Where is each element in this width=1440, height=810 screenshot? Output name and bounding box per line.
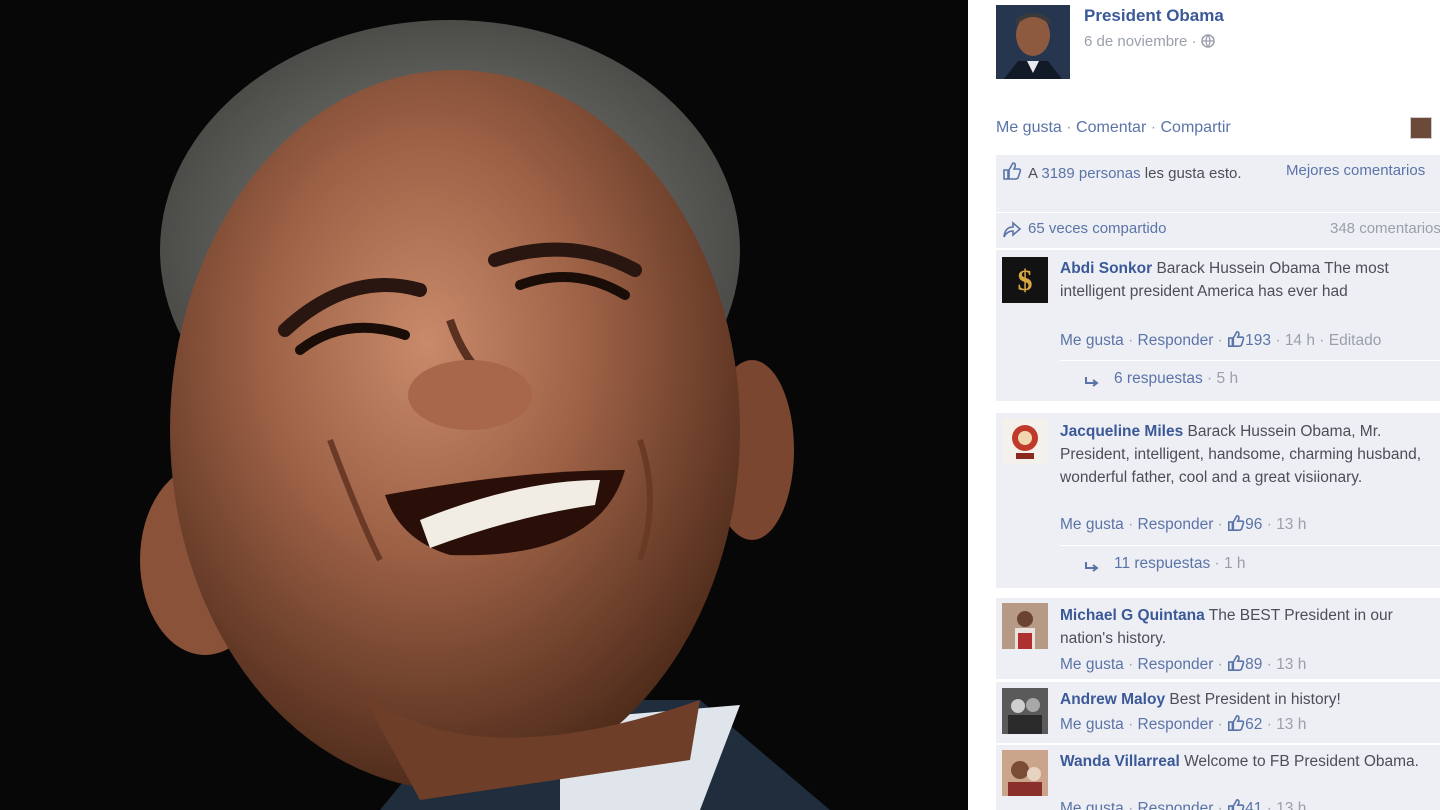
commenter-name[interactable]: Michael G Quintana <box>1060 607 1205 624</box>
comment-content: Best President in history! <box>1169 691 1341 708</box>
page-avatar[interactable] <box>996 5 1070 79</box>
comment-item: Wanda Villarreal Welcome to FB President… <box>996 744 1440 810</box>
comment-item: Michael G Quintana The BEST President in… <box>996 597 1440 679</box>
comment-like-button[interactable]: Me gusta <box>1060 800 1124 810</box>
comment-text: Andrew Maloy Best President in history! <box>1060 688 1440 711</box>
post-summary: A 3189 personas les gusta esto. Mejores … <box>996 155 1440 248</box>
comment-like-button[interactable]: Me gusta <box>1060 516 1124 533</box>
comment-like-button[interactable]: Me gusta <box>1060 656 1124 673</box>
replies-link[interactable]: 11 respuestas <box>1114 555 1210 572</box>
action-separator: · <box>1061 119 1077 136</box>
commenter-avatar[interactable] <box>1002 688 1048 734</box>
date-separator: · <box>1191 33 1201 50</box>
replies-text: 11 respuestas · 1 h <box>1114 555 1246 572</box>
comment-item: $ Abdi Sonkor Barack Hussein Obama The m… <box>996 249 1440 401</box>
replies-row[interactable]: 6 respuestas · 5 h <box>1060 360 1440 400</box>
post-actions: Me gusta · Comentar · Compartir <box>996 119 1231 137</box>
commenter-avatar[interactable]: $ <box>1002 257 1048 303</box>
comment-item: Jacqueline Miles Barack Hussein Obama, M… <box>996 412 1440 588</box>
post-date-text: 6 de noviembre <box>1084 33 1188 50</box>
likes-text: A 3189 personas les gusta esto. <box>1028 162 1248 185</box>
comment-like-button[interactable]: Me gusta <box>1060 332 1124 349</box>
comment-like-count[interactable]: 41 <box>1245 800 1262 810</box>
comment-like-count[interactable]: 193 <box>1245 332 1271 349</box>
comment-reply-button[interactable]: Responder <box>1138 800 1214 810</box>
comment-text: Wanda Villarreal Welcome to FB President… <box>1060 750 1440 773</box>
comment-meta: Me gusta · Responder · 62 · 13 h <box>1060 714 1306 737</box>
comment-text: Michael G Quintana The BEST President in… <box>1060 604 1440 650</box>
comment-reply-button[interactable]: Responder <box>1138 716 1214 733</box>
replies-link[interactable]: 6 respuestas <box>1114 370 1203 387</box>
replies-text: 6 respuestas · 5 h <box>1114 370 1239 387</box>
shares-row: 65 veces compartido 348 comentarios <box>996 213 1440 248</box>
comment-like-button[interactable]: Me gusta <box>1060 716 1124 733</box>
thumbs-up-icon <box>1227 798 1245 810</box>
comment-like-count[interactable]: 62 <box>1245 716 1262 733</box>
svg-text:$: $ <box>1018 264 1033 297</box>
like-button[interactable]: Me gusta <box>996 119 1062 136</box>
comment-item: Andrew Maloy Best President in history! … <box>996 681 1440 743</box>
comment-content: Welcome to FB President Obama. <box>1184 753 1419 770</box>
comment-reply-button[interactable]: Responder <box>1138 332 1214 349</box>
likes-count-link[interactable]: 3189 personas <box>1041 165 1140 182</box>
thumbs-up-icon <box>1227 654 1245 677</box>
likes-row: A 3189 personas les gusta esto. Mejores … <box>996 155 1440 213</box>
comment-time[interactable]: 13 h <box>1276 656 1306 673</box>
thumbs-up-icon <box>1227 514 1245 537</box>
commenter-name[interactable]: Wanda Villarreal <box>1060 753 1180 770</box>
comments-count: 348 comentarios <box>1330 220 1440 237</box>
comment-meta: Me gusta · Responder · 41 · 13 h <box>1060 798 1306 810</box>
comment-text: Abdi Sonkor Barack Hussein Obama The mos… <box>1060 257 1440 303</box>
viewer-avatar[interactable] <box>1410 117 1432 139</box>
likes-prefix: A <box>1028 165 1042 182</box>
avatar-image <box>996 5 1070 79</box>
comment-reply-button[interactable]: Responder <box>1138 516 1214 533</box>
globe-icon <box>1201 34 1215 52</box>
commenter-avatar[interactable] <box>1002 603 1048 649</box>
post-date: 6 de noviembre · <box>1084 33 1215 52</box>
comment-like-count[interactable]: 89 <box>1245 656 1262 673</box>
comment-text: Jacqueline Miles Barack Hussein Obama, M… <box>1060 420 1440 489</box>
thumbs-up-icon <box>1227 330 1245 353</box>
share-button[interactable]: Compartir <box>1161 119 1231 136</box>
likes-suffix: les gusta esto. <box>1140 165 1242 182</box>
comment-reply-button[interactable]: Responder <box>1138 656 1214 673</box>
facebook-post-screenshot: President Obama 6 de noviembre · Me gust… <box>0 0 1440 810</box>
commenter-name[interactable]: Abdi Sonkor <box>1060 260 1152 277</box>
comment-time[interactable]: 13 h <box>1276 716 1306 733</box>
comment-time[interactable]: 13 h <box>1276 800 1306 810</box>
replies-time: 5 h <box>1216 370 1239 387</box>
shares-link[interactable]: 65 veces compartido <box>1028 220 1166 237</box>
reply-arrow-icon <box>1084 375 1100 387</box>
post-author-name[interactable]: President Obama <box>1084 6 1224 26</box>
commenter-avatar[interactable] <box>1002 418 1048 464</box>
post-sidebar: President Obama 6 de noviembre · Me gust… <box>968 0 1440 810</box>
comment-meta: Me gusta · Responder · 193 · 14 h · Edit… <box>1060 330 1381 353</box>
replies-row[interactable]: 11 respuestas · 1 h <box>1060 545 1440 585</box>
comment-edited[interactable]: Editado <box>1329 332 1382 349</box>
reply-arrow-icon <box>1084 560 1100 572</box>
best-comments-dropdown[interactable]: Mejores comentarios <box>1286 162 1425 179</box>
comment-like-count[interactable]: 96 <box>1245 516 1262 533</box>
commenter-name[interactable]: Andrew Maloy <box>1060 691 1165 708</box>
comment-button[interactable]: Comentar <box>1076 119 1146 136</box>
commenter-name[interactable]: Jacqueline Miles <box>1060 423 1183 440</box>
comment-time[interactable]: 13 h <box>1276 516 1306 533</box>
replies-time: 1 h <box>1224 555 1246 572</box>
post-photo[interactable] <box>0 0 968 810</box>
comment-meta: Me gusta · Responder · 96 · 13 h <box>1060 514 1306 537</box>
thumbs-up-icon <box>1002 161 1022 181</box>
share-arrow-icon <box>1002 220 1022 240</box>
thumbs-up-icon <box>1227 714 1245 737</box>
comment-time[interactable]: 14 h <box>1285 332 1315 349</box>
portrait-image <box>0 0 968 810</box>
action-separator: · <box>1146 119 1161 136</box>
comment-meta: Me gusta · Responder · 89 · 13 h <box>1060 654 1306 677</box>
commenter-avatar[interactable] <box>1002 750 1048 796</box>
